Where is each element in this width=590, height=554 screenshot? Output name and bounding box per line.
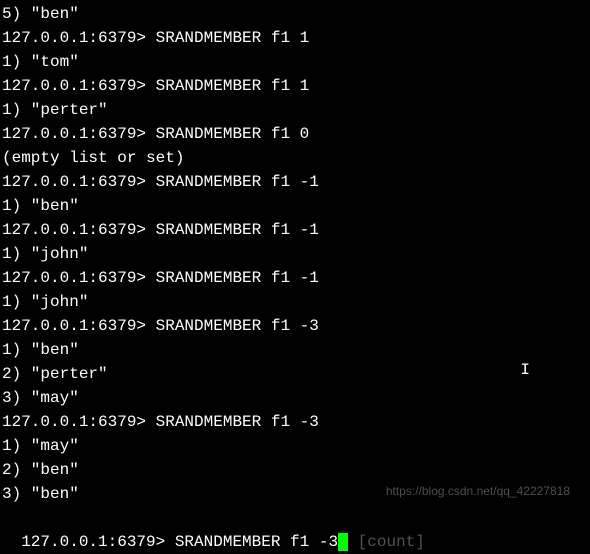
prompt: 127.0.0.1:6379> <box>2 269 156 287</box>
terminal-line: 127.0.0.1:6379> SRANDMEMBER f1 -1 <box>2 218 588 242</box>
terminal-line: (empty list or set) <box>2 146 588 170</box>
result-text: 1) "john" <box>2 245 88 263</box>
terminal-line: 1) "ben" <box>2 338 588 362</box>
prompt: 127.0.0.1:6379> <box>2 77 156 95</box>
prompt: 127.0.0.1:6379> <box>2 173 156 191</box>
terminal-line: 127.0.0.1:6379> SRANDMEMBER f1 1 <box>2 74 588 98</box>
watermark-text: https://blog.csdn.net/qq_42227818 <box>386 482 570 500</box>
result-text: 5) "ben" <box>2 5 79 23</box>
prompt: 127.0.0.1:6379> <box>2 221 156 239</box>
result-text: 2) "perter" <box>2 365 108 383</box>
terminal-line: 127.0.0.1:6379> SRANDMEMBER f1 -3 <box>2 410 588 434</box>
command-text: SRANDMEMBER f1 -3 <box>175 533 338 551</box>
terminal-line: 127.0.0.1:6379> SRANDMEMBER f1 -1 <box>2 266 588 290</box>
command-text: SRANDMEMBER f1 -1 <box>156 269 319 287</box>
prompt: 127.0.0.1:6379> <box>2 29 156 47</box>
terminal-line: 127.0.0.1:6379> SRANDMEMBER f1 -1 <box>2 170 588 194</box>
terminal-line: 127.0.0.1:6379> SRANDMEMBER f1 -3 <box>2 314 588 338</box>
terminal-current-line[interactable]: 127.0.0.1:6379> SRANDMEMBER f1 -3 [count… <box>2 506 588 554</box>
terminal-line: 1) "john" <box>2 242 588 266</box>
terminal-line: 3) "may" <box>2 386 588 410</box>
command-text: SRANDMEMBER f1 -3 <box>156 317 319 335</box>
terminal-line: 1) "john" <box>2 290 588 314</box>
result-text: 1) "perter" <box>2 101 108 119</box>
terminal-line: 5) "ben" <box>2 2 588 26</box>
result-text: 1) "ben" <box>2 341 79 359</box>
terminal-line: 1) "perter" <box>2 98 588 122</box>
result-text: (empty list or set) <box>2 149 184 167</box>
cursor-block <box>338 533 348 551</box>
result-text: 1) "ben" <box>2 197 79 215</box>
command-hint: [count] <box>348 533 425 551</box>
command-text: SRANDMEMBER f1 1 <box>156 29 310 47</box>
result-text: 3) "may" <box>2 389 79 407</box>
terminal-line: 1) "ben" <box>2 194 588 218</box>
prompt: 127.0.0.1:6379> <box>2 413 156 431</box>
result-text: 3) "ben" <box>2 485 79 503</box>
command-text: SRANDMEMBER f1 -1 <box>156 221 319 239</box>
prompt: 127.0.0.1:6379> <box>21 533 175 551</box>
terminal-output[interactable]: 5) "ben" 127.0.0.1:6379> SRANDMEMBER f1 1… <box>2 2 588 506</box>
prompt: 127.0.0.1:6379> <box>2 317 156 335</box>
result-text: 1) "may" <box>2 437 79 455</box>
terminal-line: 1) "tom" <box>2 50 588 74</box>
terminal-line: 1) "may" <box>2 434 588 458</box>
terminal-line: 2) "perter" <box>2 362 588 386</box>
terminal-line: 127.0.0.1:6379> SRANDMEMBER f1 1 <box>2 26 588 50</box>
result-text: 2) "ben" <box>2 461 79 479</box>
result-text: 1) "tom" <box>2 53 79 71</box>
command-text: SRANDMEMBER f1 -1 <box>156 173 319 191</box>
ibeam-cursor-icon: I <box>520 358 530 382</box>
terminal-line: 127.0.0.1:6379> SRANDMEMBER f1 0 <box>2 122 588 146</box>
terminal-line: 2) "ben" <box>2 458 588 482</box>
command-text: SRANDMEMBER f1 1 <box>156 77 310 95</box>
prompt: 127.0.0.1:6379> <box>2 125 156 143</box>
command-text: SRANDMEMBER f1 0 <box>156 125 310 143</box>
command-text: SRANDMEMBER f1 -3 <box>156 413 319 431</box>
result-text: 1) "john" <box>2 293 88 311</box>
